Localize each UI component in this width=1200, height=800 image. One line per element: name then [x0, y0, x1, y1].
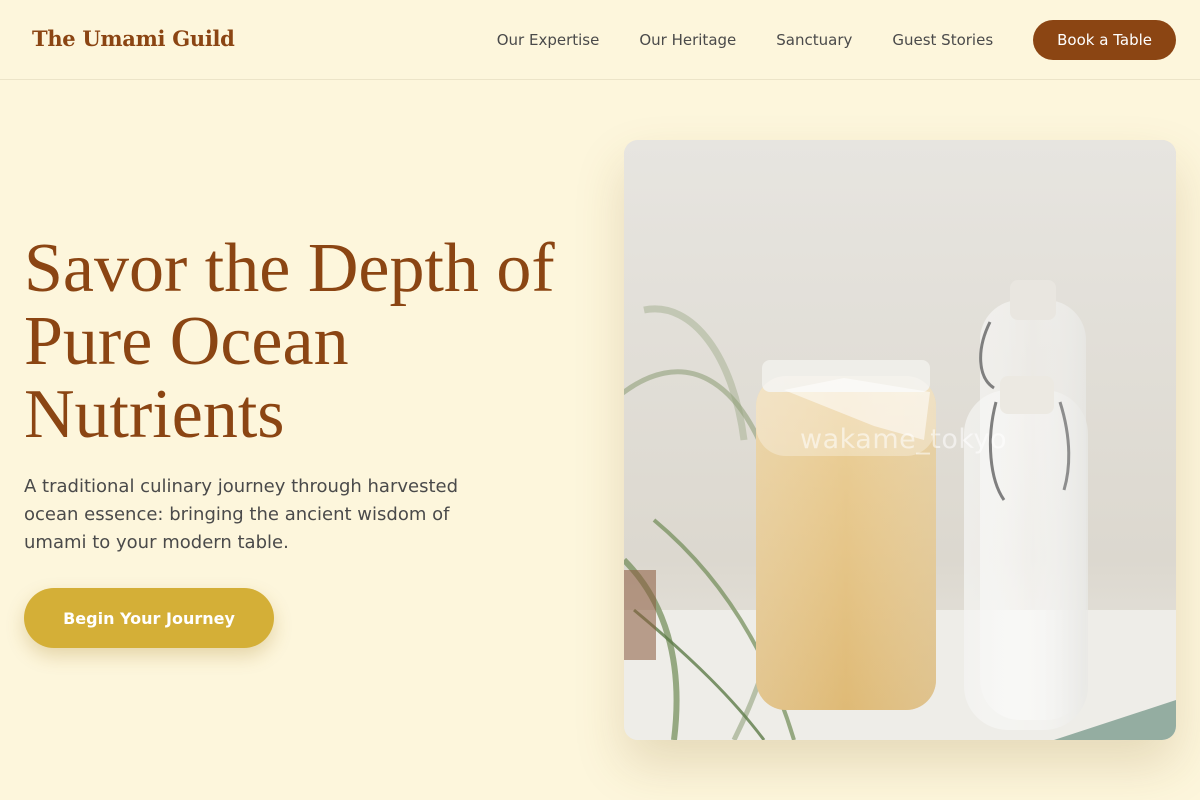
- hero-subtitle: A traditional culinary journey through h…: [24, 476, 459, 553]
- nav-link-our-expertise[interactable]: Our Expertise: [497, 31, 600, 49]
- nav-link-guest-stories[interactable]: Guest Stories: [892, 31, 993, 49]
- site-logo[interactable]: The Umami Guild: [32, 26, 235, 51]
- main-nav: Our Expertise Our Heritage Sanctuary Gue…: [497, 20, 1176, 60]
- nav-link-our-heritage[interactable]: Our Heritage: [639, 31, 736, 49]
- site-header: The Umami Guild Our Expertise Our Herita…: [0, 0, 1200, 80]
- nav-link-sanctuary[interactable]: Sanctuary: [776, 31, 852, 49]
- hero-image: wakame_tokyo: [624, 140, 1176, 740]
- book-table-button[interactable]: Book a Table: [1033, 20, 1176, 60]
- hero-title: Savor the Depth of Pure Ocean Nutrients: [24, 230, 555, 453]
- begin-journey-button[interactable]: Begin Your Journey: [24, 588, 274, 648]
- image-watermark: wakame_tokyo: [800, 424, 1008, 455]
